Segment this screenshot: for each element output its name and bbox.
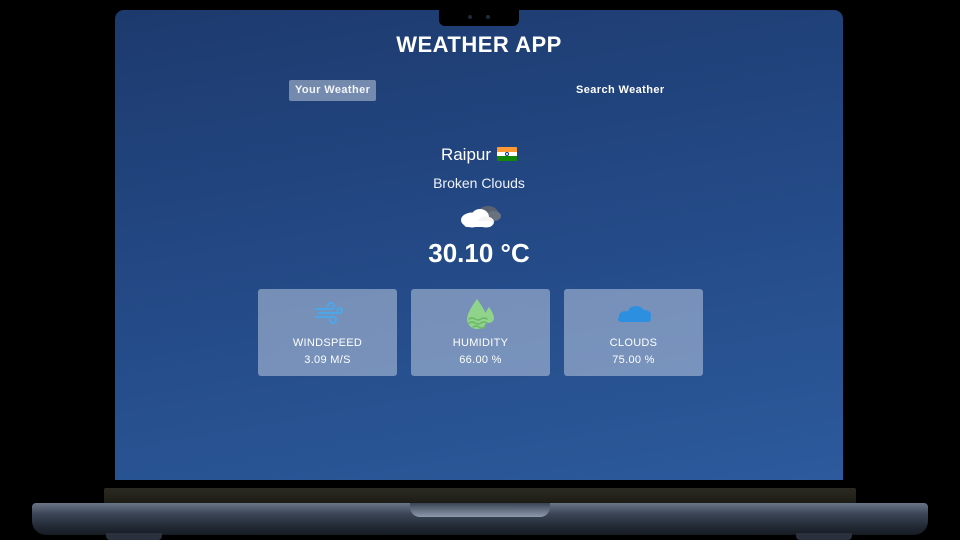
humidity-card: HUMIDITY 66.00 % (411, 289, 550, 376)
laptop-foot-left (106, 533, 162, 540)
app-screen: WEATHER APP Your Weather Search Weather … (115, 10, 843, 480)
clouds-label: CLOUDS (609, 337, 658, 349)
camera-notch (439, 10, 519, 26)
weather-description: Broken Clouds (433, 175, 525, 191)
temperature-value: 30.10 °C (428, 238, 530, 268)
broken-clouds-icon (461, 206, 501, 228)
clouds-card: CLOUDS 75.00 % (564, 289, 703, 376)
laptop-opening-notch (410, 503, 550, 517)
tab-your-weather[interactable]: Your Weather (289, 80, 377, 101)
clouds-value: 75.00 % (612, 354, 655, 366)
humidity-value: 66.00 % (459, 354, 502, 366)
city-name: Raipur (440, 145, 492, 164)
windspeed-value: 3.09 M/S (304, 354, 351, 366)
city-heading: Raipur (115, 145, 843, 165)
laptop-foot-right (796, 533, 852, 540)
clouds-icon (617, 306, 651, 322)
windspeed-card: WINDSPEED 3.09 M/S (258, 289, 397, 376)
app-title: WEATHER APP (396, 32, 562, 57)
humidity-icon (466, 299, 494, 329)
tab-search-weather[interactable]: Search Weather (570, 80, 671, 101)
laptop-hinge (104, 488, 856, 504)
windspeed-label: WINDSPEED (292, 337, 363, 349)
humidity-label: HUMIDITY (452, 337, 509, 349)
wind-icon (314, 301, 343, 325)
laptop-mockup: WEATHER APP Your Weather Search Weather … (0, 0, 960, 540)
india-flag-icon (497, 147, 518, 161)
